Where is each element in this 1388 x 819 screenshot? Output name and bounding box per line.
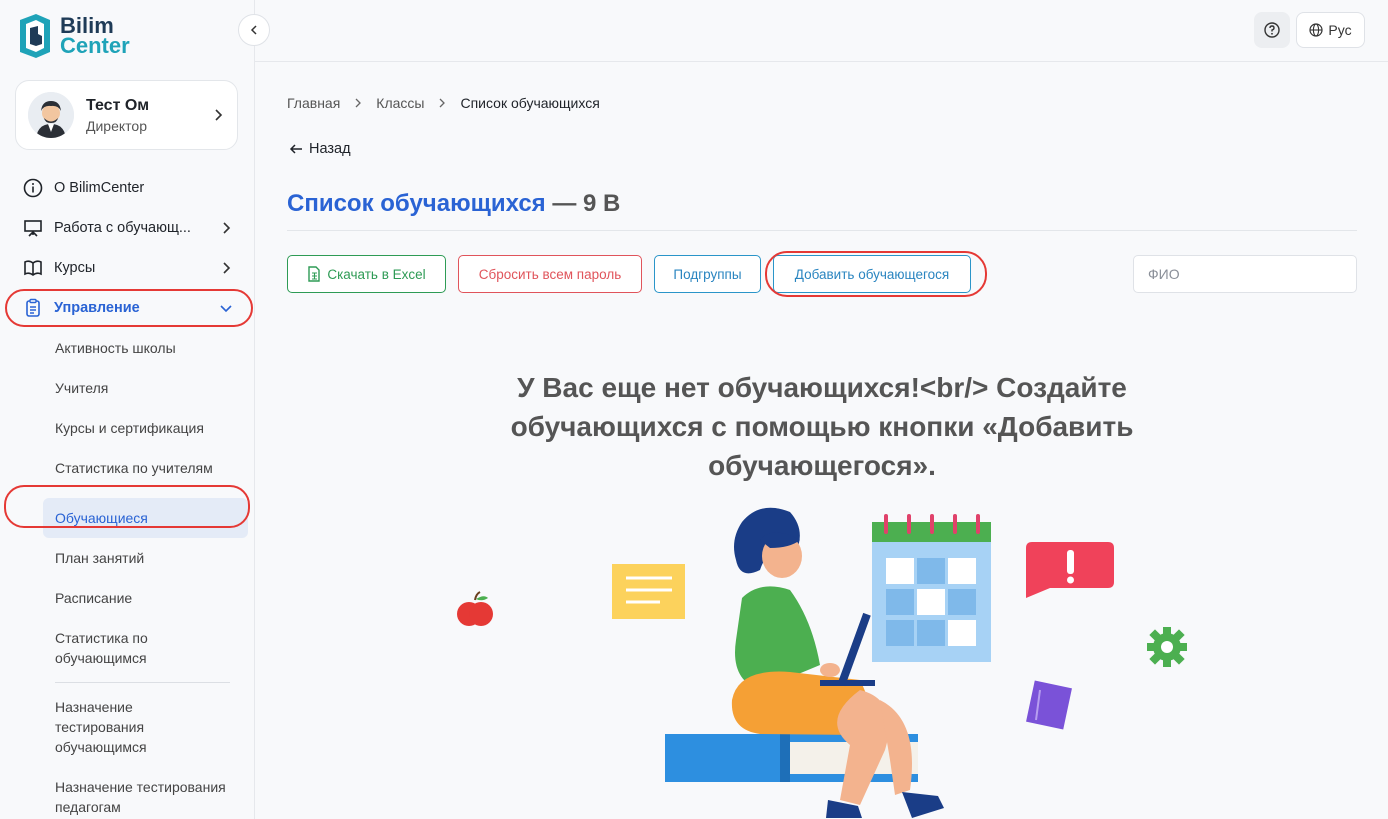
sidebar-nav: О BilimCenter Работа с обучающ... Курсы … [0, 168, 255, 819]
alert-bubble-icon [1026, 542, 1114, 598]
globe-icon [1309, 23, 1324, 37]
question-icon [1264, 22, 1280, 38]
empty-state-message: У Вас еще нет обучающихся!<br/> Создайте… [510, 372, 1134, 481]
chevron-right-icon [223, 222, 231, 234]
sidebar-item-label: Курсы [54, 260, 96, 276]
language-label: Рус [1328, 22, 1352, 38]
book-icon [22, 257, 44, 279]
calendar-icon [872, 514, 991, 662]
sidebar-item-students-work[interactable]: Работа с обучающ... [0, 208, 255, 248]
submenu-assign-testing-students[interactable]: Назначение тестирования обучающимся [55, 687, 205, 767]
back-link[interactable]: Назад [289, 141, 351, 157]
submenu-schedule[interactable]: Расписание [55, 578, 235, 618]
language-button[interactable]: Рус [1296, 12, 1365, 48]
profile-name: Тест Ом [86, 96, 150, 114]
sidebar-item-courses[interactable]: Курсы [0, 248, 255, 288]
topbar: Рус [255, 0, 1388, 62]
chevron-right-icon [355, 98, 362, 108]
apple-icon [457, 591, 493, 626]
help-button[interactable] [1254, 12, 1290, 48]
profile-role: Директор [86, 117, 147, 134]
submenu-student-statistics[interactable]: Статистика по обучающимся [55, 618, 215, 678]
logo-icon [20, 14, 50, 58]
chevron-right-icon [215, 109, 223, 121]
excel-file-icon [308, 266, 321, 282]
breadcrumb-home[interactable]: Главная [287, 95, 340, 111]
page-title: Список обучающихся — 9 В [287, 190, 620, 218]
logo-text-center: Center [60, 33, 130, 58]
title-divider [287, 230, 1357, 231]
logo[interactable]: Bilim Center [18, 14, 130, 58]
submenu-divider [55, 682, 230, 683]
chevron-left-icon [250, 25, 257, 35]
arrow-left-icon [289, 144, 302, 154]
chevron-down-icon [220, 305, 232, 313]
page-title-class: — 9 В [552, 190, 621, 217]
sidebar-item-management[interactable]: Управление [0, 288, 255, 328]
search-input[interactable] [1133, 255, 1357, 293]
notebook-icon [1026, 680, 1072, 730]
sidebar: Bilim Center Тест Ом Директор О BilimCen… [0, 0, 255, 819]
profile-card[interactable]: Тест Ом Директор [15, 80, 238, 150]
info-icon [22, 177, 44, 199]
sidebar-item-label: Управление [54, 300, 140, 316]
presentation-icon [22, 217, 44, 239]
breadcrumb-current: Список обучающихся [460, 95, 600, 111]
reset-all-passwords-button[interactable]: Сбросить всем пароль [458, 255, 642, 293]
gear-icon [1147, 627, 1187, 667]
sidebar-item-label: О BilimCenter [54, 180, 145, 196]
submenu-courses-certification[interactable]: Курсы и сертификация [55, 408, 235, 448]
empty-state-illustration [457, 507, 1187, 818]
submenu-lesson-plan[interactable]: План занятий [55, 538, 235, 578]
add-student-button[interactable]: Добавить обучающегося [773, 255, 971, 293]
submenu-teachers[interactable]: Учителя [55, 368, 235, 408]
clipboard-icon [22, 297, 44, 319]
page-title-main: Список обучающихся [287, 190, 546, 217]
management-submenu: Активность школы Учителя Курсы и сертифи… [0, 328, 255, 819]
breadcrumb: Главная Классы Список обучающихся [287, 95, 600, 111]
submenu-students[interactable]: Обучающиеся [43, 498, 248, 538]
submenu-school-activity[interactable]: Активность школы [55, 328, 235, 368]
chevron-right-icon [223, 262, 231, 274]
breadcrumb-classes[interactable]: Классы [376, 95, 424, 111]
note-icon [612, 564, 685, 619]
submenu-assign-testing-teachers[interactable]: Назначение тестирования педагогам [55, 767, 240, 819]
download-excel-button[interactable]: Скачать в Excel [287, 255, 446, 293]
avatar [28, 92, 74, 138]
submenu-teacher-statistics[interactable]: Статистика по учителям [55, 448, 235, 488]
sidebar-item-about[interactable]: О BilimCenter [0, 168, 255, 208]
download-excel-label: Скачать в Excel [327, 266, 426, 282]
chevron-right-icon [440, 98, 446, 108]
subgroups-button[interactable]: Подгруппы [654, 255, 761, 293]
sidebar-item-label: Работа с обучающ... [54, 220, 191, 236]
collapse-sidebar-button[interactable] [238, 14, 270, 46]
back-label: Назад [309, 141, 351, 157]
